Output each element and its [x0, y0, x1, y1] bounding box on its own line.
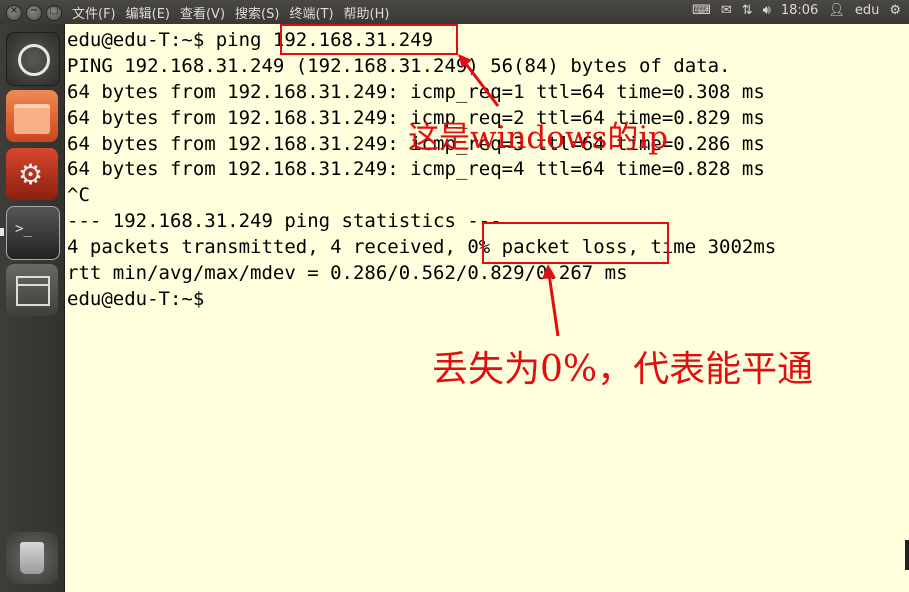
packet-loss-note: 丢失为0%，代表能平通	[432, 349, 814, 390]
ip-note: 这是windows的ip	[408, 120, 669, 156]
scrollbar[interactable]	[905, 540, 909, 570]
annotation-arrows	[458, 54, 560, 337]
